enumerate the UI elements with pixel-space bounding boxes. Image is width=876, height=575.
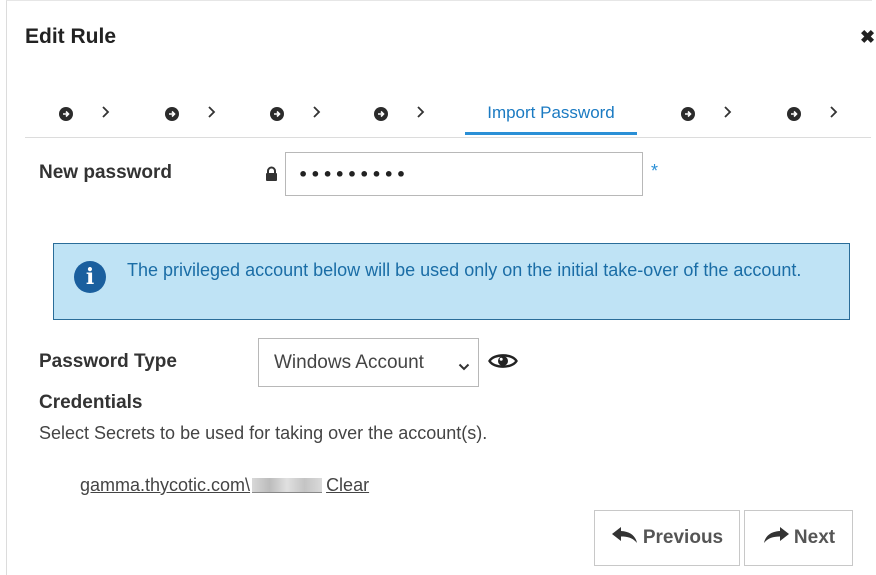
password-type-selected: Windows Account bbox=[274, 351, 424, 373]
secret-link[interactable]: gamma.thycotic.com\ bbox=[80, 475, 250, 496]
info-icon: i bbox=[74, 261, 106, 293]
required-indicator: * bbox=[651, 161, 659, 181]
info-message: The privileged account below will be use… bbox=[127, 260, 802, 280]
info-alert: i The privileged account below will be u… bbox=[53, 243, 850, 320]
next-button[interactable]: Next bbox=[744, 510, 853, 566]
chevron-down-icon bbox=[458, 356, 470, 378]
wizard-step-7[interactable] bbox=[787, 93, 838, 135]
arrow-circle-right-icon bbox=[681, 107, 695, 121]
arrow-circle-right-icon bbox=[165, 107, 179, 121]
new-password-input[interactable] bbox=[285, 152, 643, 196]
edit-rule-dialog: Edit Rule ✖ Import Password New password… bbox=[6, 0, 875, 575]
chevron-right-icon bbox=[101, 105, 110, 123]
next-label: Next bbox=[793, 527, 836, 548]
redacted-username bbox=[252, 478, 323, 493]
wizard-step-6[interactable] bbox=[681, 93, 732, 135]
wizard-steps: Import Password bbox=[25, 93, 871, 138]
wizard-step-4[interactable] bbox=[374, 93, 425, 135]
password-type-label: Password Type bbox=[39, 351, 177, 372]
eye-icon[interactable] bbox=[488, 351, 518, 376]
chevron-right-icon bbox=[829, 105, 838, 123]
chevron-right-icon bbox=[207, 105, 216, 123]
password-type-select[interactable]: Windows Account bbox=[258, 338, 479, 387]
chevron-right-icon bbox=[416, 105, 425, 123]
lock-icon bbox=[265, 166, 278, 187]
wizard-step-1[interactable] bbox=[59, 93, 110, 135]
previous-label: Previous bbox=[642, 527, 724, 548]
chevron-right-icon bbox=[312, 105, 321, 123]
credentials-description: Select Secrets to be used for taking ove… bbox=[39, 423, 488, 443]
wizard-step-3[interactable] bbox=[270, 93, 321, 135]
arrow-circle-right-icon bbox=[787, 107, 801, 121]
clear-link[interactable]: Clear bbox=[326, 475, 369, 496]
reply-arrow-icon bbox=[611, 526, 639, 550]
dialog-title: Edit Rule bbox=[25, 25, 117, 48]
close-icon[interactable]: ✖ bbox=[860, 28, 875, 46]
credentials-heading: Credentials bbox=[39, 392, 143, 413]
wizard-step-import-password[interactable]: Import Password bbox=[465, 93, 637, 135]
arrow-circle-right-icon bbox=[374, 107, 388, 121]
arrow-circle-right-icon bbox=[270, 107, 284, 121]
wizard-step-2[interactable] bbox=[165, 93, 216, 135]
forward-arrow-icon bbox=[762, 526, 790, 550]
chevron-right-icon bbox=[723, 105, 732, 123]
arrow-circle-right-icon bbox=[59, 107, 73, 121]
new-password-label: New password bbox=[39, 162, 173, 183]
selected-secret: gamma.thycotic.com\ Clear bbox=[80, 475, 369, 496]
previous-button[interactable]: Previous bbox=[594, 510, 740, 566]
